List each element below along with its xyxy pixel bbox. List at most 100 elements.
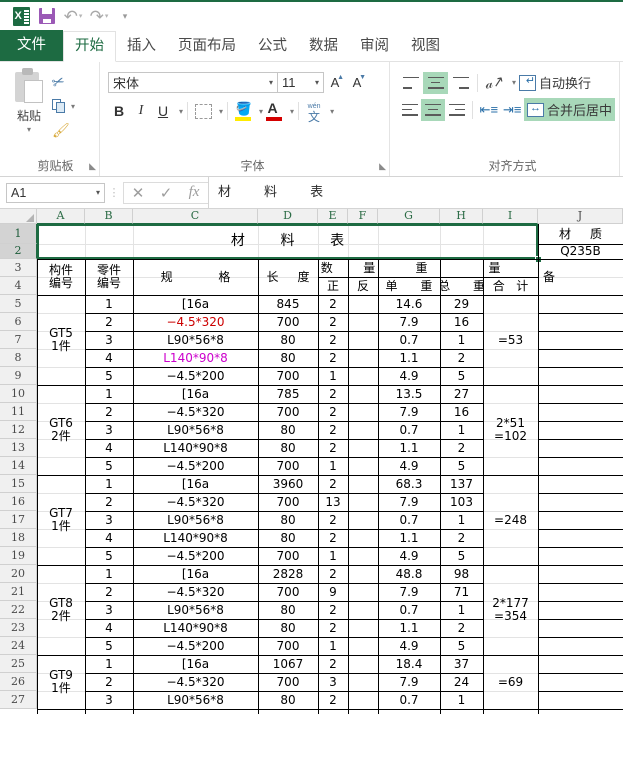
qty-back-cell[interactable] <box>348 403 378 421</box>
component-cell[interactable]: GT5 1件 <box>37 295 85 385</box>
unit-weight-cell[interactable]: 1.1 <box>378 439 440 457</box>
row-header-8[interactable]: 8 <box>0 349 37 367</box>
qty-front-cell[interactable]: 2 <box>318 529 348 547</box>
part-no-cell[interactable]: 3 <box>85 601 133 619</box>
column-header-h[interactable]: H <box>440 209 483 224</box>
component-cell[interactable]: GT6 2件 <box>37 385 85 475</box>
qty-back-cell[interactable] <box>348 655 378 673</box>
total-weight-cell[interactable]: 5 <box>440 457 483 475</box>
header-qty-back[interactable]: 反 <box>348 277 378 295</box>
row-header-13[interactable]: 13 <box>0 439 37 457</box>
component-cell[interactable]: GT8 2件 <box>37 565 85 655</box>
qty-back-cell[interactable] <box>348 619 378 637</box>
length-cell[interactable]: 80 <box>258 331 318 349</box>
format-painter-icon[interactable]: 🖌 <box>52 122 70 139</box>
header-sum-weight[interactable]: 合 计 <box>483 277 538 295</box>
phonetic-guide-button[interactable]: wén 文 <box>303 100 325 123</box>
unit-weight-cell[interactable]: 1.1 <box>378 619 440 637</box>
save-icon[interactable] <box>34 4 60 28</box>
unit-weight-cell[interactable]: 7.9 <box>378 313 440 331</box>
clipboard-dialog-launcher-icon[interactable]: ◣ <box>89 161 96 172</box>
qty-front-cell[interactable]: 2 <box>318 691 348 709</box>
qty-back-cell[interactable] <box>348 331 378 349</box>
tab-view[interactable]: 视图 <box>400 31 451 61</box>
row-header-19[interactable]: 19 <box>0 547 37 565</box>
spec-cell[interactable]: L140*90*8 <box>133 529 258 547</box>
length-cell[interactable]: 700 <box>258 493 318 511</box>
length-cell[interactable]: 845 <box>258 295 318 313</box>
length-cell[interactable]: 80 <box>258 349 318 367</box>
qty-back-cell[interactable] <box>348 421 378 439</box>
name-box-chevron-down-icon[interactable]: ▾ <box>96 188 100 197</box>
qty-front-cell[interactable]: 1 <box>318 637 348 655</box>
length-cell[interactable]: 80 <box>258 601 318 619</box>
sum-weight-cell[interactable]: =53 <box>483 295 538 385</box>
column-header-a[interactable]: A <box>37 209 85 224</box>
decrease-indent-button[interactable]: ⇤≡ <box>477 99 500 121</box>
total-weight-cell[interactable]: 1 <box>440 331 483 349</box>
font-size-combo[interactable]: 11 ▾ <box>278 71 324 93</box>
font-color-button[interactable]: A <box>263 100 285 122</box>
qty-front-cell[interactable]: 1 <box>318 547 348 565</box>
undo-icon[interactable]: ↶ ▾ <box>60 4 86 28</box>
unit-weight-cell[interactable]: 0.7 <box>378 331 440 349</box>
qty-front-cell[interactable]: 2 <box>318 475 348 493</box>
tab-page-layout[interactable]: 页面布局 <box>167 31 247 61</box>
qty-back-cell[interactable] <box>348 529 378 547</box>
spec-cell[interactable]: −4.5*200 <box>133 547 258 565</box>
borders-button[interactable] <box>192 100 214 122</box>
row-header-12[interactable]: 12 <box>0 421 37 439</box>
qty-back-cell[interactable] <box>348 565 378 583</box>
row-header-2[interactable]: 2 <box>0 244 37 259</box>
total-weight-cell[interactable]: 1 <box>440 601 483 619</box>
part-no-cell[interactable]: 3 <box>85 331 133 349</box>
spec-cell[interactable]: [16a <box>133 385 258 403</box>
header-spec[interactable]: 规 格 <box>133 259 258 295</box>
row-header-10[interactable]: 10 <box>0 385 37 403</box>
qty-back-cell[interactable] <box>348 439 378 457</box>
spec-cell[interactable]: −4.5*320 <box>133 403 258 421</box>
sum-weight-cell[interactable]: =248 <box>483 475 538 565</box>
column-header-b[interactable]: B <box>85 209 133 224</box>
part-no-cell[interactable]: 5 <box>85 457 133 475</box>
length-cell[interactable]: 2828 <box>258 565 318 583</box>
length-cell[interactable]: 80 <box>258 619 318 637</box>
row-header-14[interactable]: 14 <box>0 457 37 475</box>
total-weight-cell[interactable]: 103 <box>440 493 483 511</box>
unit-weight-cell[interactable]: 7.9 <box>378 493 440 511</box>
qty-front-cell[interactable]: 2 <box>318 619 348 637</box>
align-left-button[interactable] <box>398 99 421 121</box>
row-header-25[interactable]: 25 <box>0 655 37 673</box>
part-no-cell[interactable]: 4 <box>85 439 133 457</box>
part-no-cell[interactable]: 3 <box>85 511 133 529</box>
total-weight-cell[interactable]: 1 <box>440 511 483 529</box>
remark-header-cell[interactable]: 备 <box>538 259 623 295</box>
unit-weight-cell[interactable]: 18.4 <box>378 655 440 673</box>
unit-weight-cell[interactable]: 0.7 <box>378 601 440 619</box>
spec-cell[interactable]: [16a <box>133 565 258 583</box>
header-weight-group[interactable]: 重 量 <box>378 259 538 277</box>
tab-data[interactable]: 数据 <box>298 31 349 61</box>
qty-back-cell[interactable] <box>348 493 378 511</box>
header-part-no[interactable]: 零件 编号 <box>85 259 133 295</box>
select-all-corner[interactable] <box>0 209 37 224</box>
row-header-15[interactable]: 15 <box>0 475 37 493</box>
qty-front-cell[interactable]: 2 <box>318 565 348 583</box>
phonetic-dropdown-icon[interactable]: ▾ <box>330 107 334 116</box>
total-weight-cell[interactable]: 2 <box>440 529 483 547</box>
font-size-chevron-down-icon[interactable]: ▾ <box>315 78 319 87</box>
copy-icon[interactable] <box>52 98 66 114</box>
qty-front-cell[interactable]: 2 <box>318 385 348 403</box>
total-weight-cell[interactable]: 24 <box>440 673 483 691</box>
spec-cell[interactable]: L90*56*8 <box>133 331 258 349</box>
spec-cell[interactable]: L140*90*8 <box>133 349 258 367</box>
unit-weight-cell[interactable]: 0.7 <box>378 511 440 529</box>
unit-weight-cell[interactable]: 4.9 <box>378 457 440 475</box>
spec-cell[interactable]: L90*56*8 <box>133 421 258 439</box>
row-header-17[interactable]: 17 <box>0 511 37 529</box>
spec-cell[interactable]: −4.5*200 <box>133 637 258 655</box>
part-no-cell[interactable]: 3 <box>85 691 133 709</box>
merge-center-button[interactable]: 合并后居中 <box>523 98 615 121</box>
spec-cell[interactable]: −4.5*320 <box>133 493 258 511</box>
length-cell[interactable]: 700 <box>258 367 318 385</box>
